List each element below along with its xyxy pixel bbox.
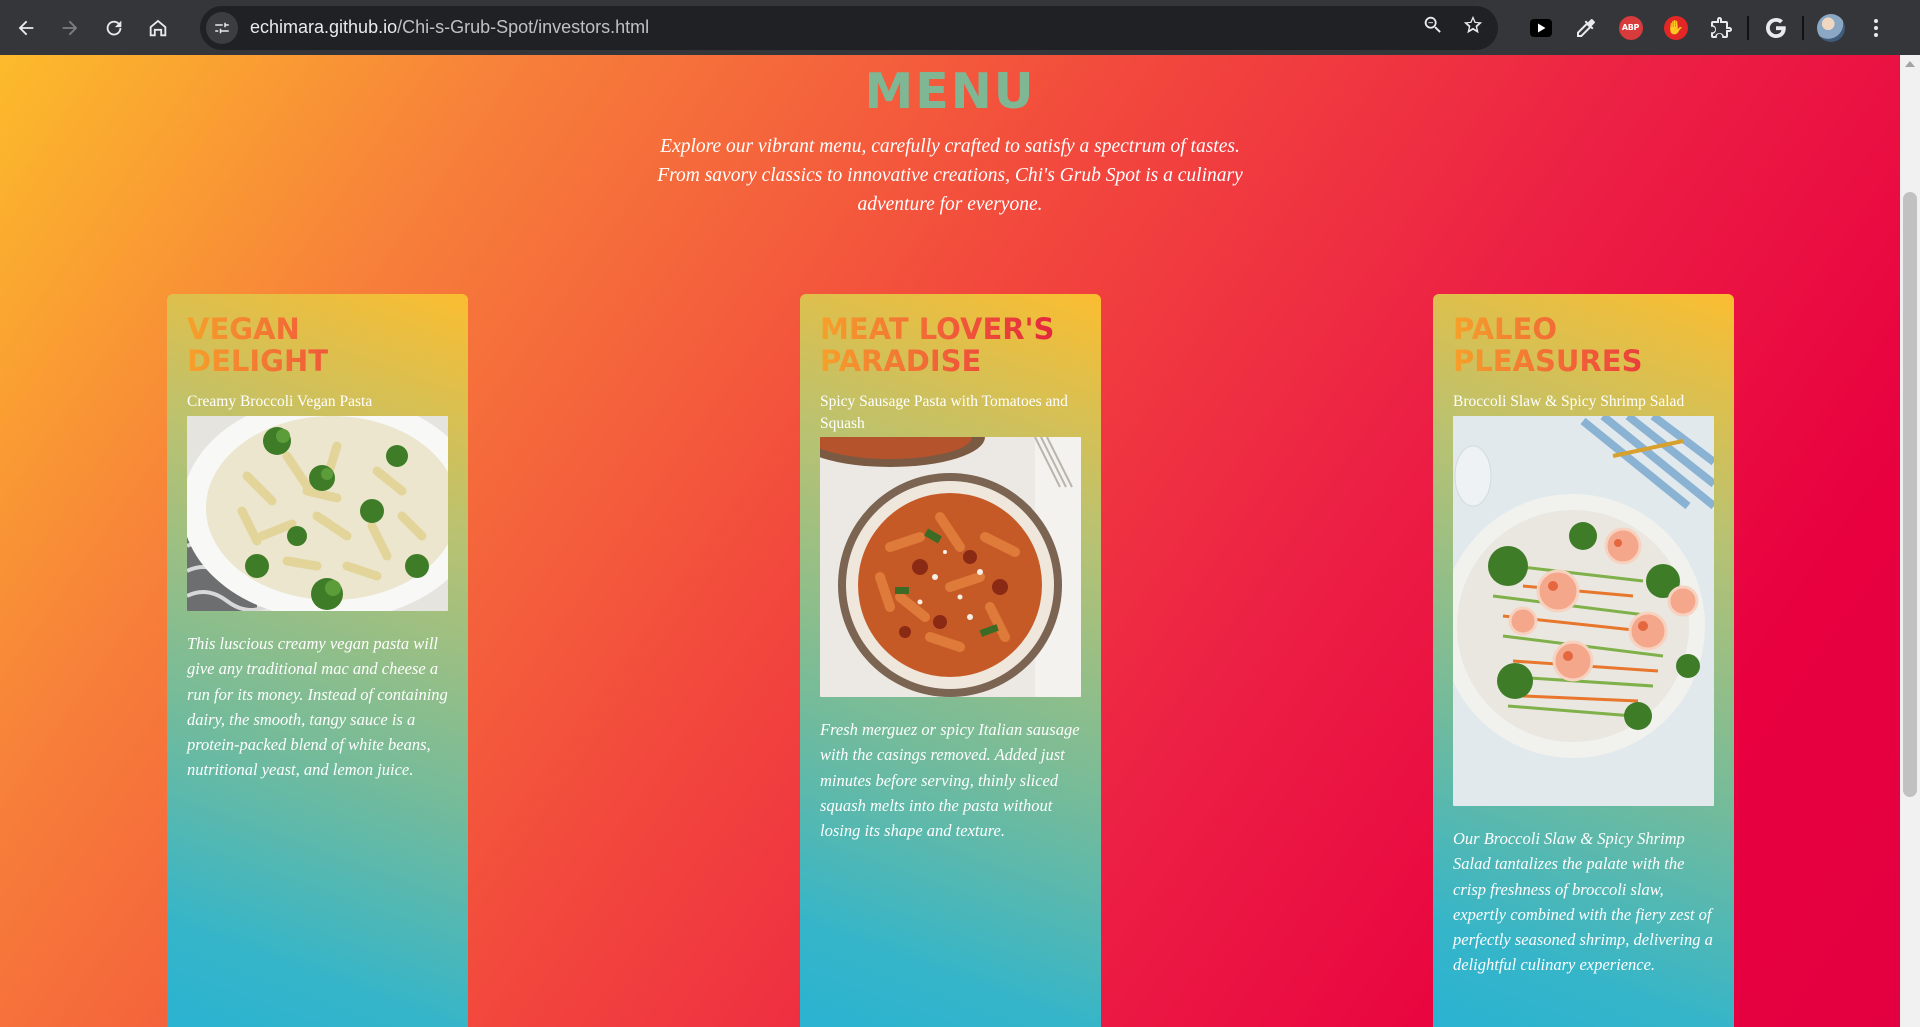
site-settings-icon[interactable] [206,11,238,44]
menu-card-paleo: PALEO PLEASURES Broccoli Slaw & Spicy Sh… [1433,294,1734,1027]
card-title: VEGAN DELIGHT [187,313,448,377]
url-host: echimara.github.io [250,17,398,37]
home-icon[interactable] [136,6,180,50]
dish-description: Our Broccoli Slaw & Spicy Shrimp Salad t… [1453,829,1713,975]
dish-image-shrimp-salad [1453,416,1714,806]
profile-avatar[interactable] [1808,6,1853,50]
dish-name: Creamy Broccoli Vegan Pasta [187,393,373,410]
dish-description: Fresh merguez or spicy Italian sausage w… [820,720,1080,841]
url-path: /Chi-s-Grub-Spot/investors.html [397,17,650,37]
google-icon[interactable] [1753,6,1798,50]
dish-name: Spicy Sausage Pasta with Tomatoes and Sq… [820,393,1068,432]
zoom-icon[interactable] [1422,14,1444,41]
dish-image-sausage-pasta [820,437,1081,697]
dish-description: This luscious creamy vegan pasta will gi… [187,634,448,780]
menu-card-vegan: VEGAN DELIGHT Creamy Broccoli Vegan Past… [167,294,468,1027]
back-arrow-icon[interactable] [4,6,48,50]
avatar [1816,13,1845,42]
page-title: MENU [864,63,1036,120]
bookmark-star-icon[interactable] [1462,14,1484,41]
address-bar[interactable]: echimara.github.io/Chi-s-Grub-Spot/inves… [200,5,1498,50]
menu-card-meat: MEAT LOVER'S PARADISE Spicy Sausage Past… [800,294,1101,1027]
menu-intro: Explore our vibrant menu, carefully craf… [657,136,1243,215]
reload-icon[interactable] [92,6,136,50]
stop-hand-icon[interactable]: ✋ [1653,6,1698,50]
dish-name: Broccoli Slaw & Spicy Shrimp Salad [1453,393,1685,410]
kebab-menu-icon[interactable] [1853,6,1898,50]
abp-icon[interactable]: ABP [1608,6,1653,50]
forward-arrow-icon[interactable] [48,6,92,50]
url-text[interactable]: echimara.github.io/Chi-s-Grub-Spot/inves… [250,17,649,38]
dish-image-vegan-pasta [187,416,448,611]
play-icon[interactable] [1518,6,1563,50]
scroll-thumb[interactable] [1903,192,1917,797]
toolbar-separator [1747,15,1749,40]
page-scrollbar[interactable] [1900,55,1920,1027]
abp-label: ABP [1618,15,1643,40]
toolbar-separator [1802,15,1804,40]
puzzle-icon[interactable] [1698,6,1743,50]
page-content: MENU Explore our vibrant menu, carefully… [0,55,1900,1027]
browser-toolbar: echimara.github.io/Chi-s-Grub-Spot/inves… [0,0,1920,55]
scroll-up-arrow-icon[interactable] [1905,61,1915,67]
eyedropper-icon[interactable] [1563,6,1608,50]
card-title: MEAT LOVER'S PARADISE [820,313,1081,377]
card-title: PALEO PLEASURES [1453,313,1714,377]
